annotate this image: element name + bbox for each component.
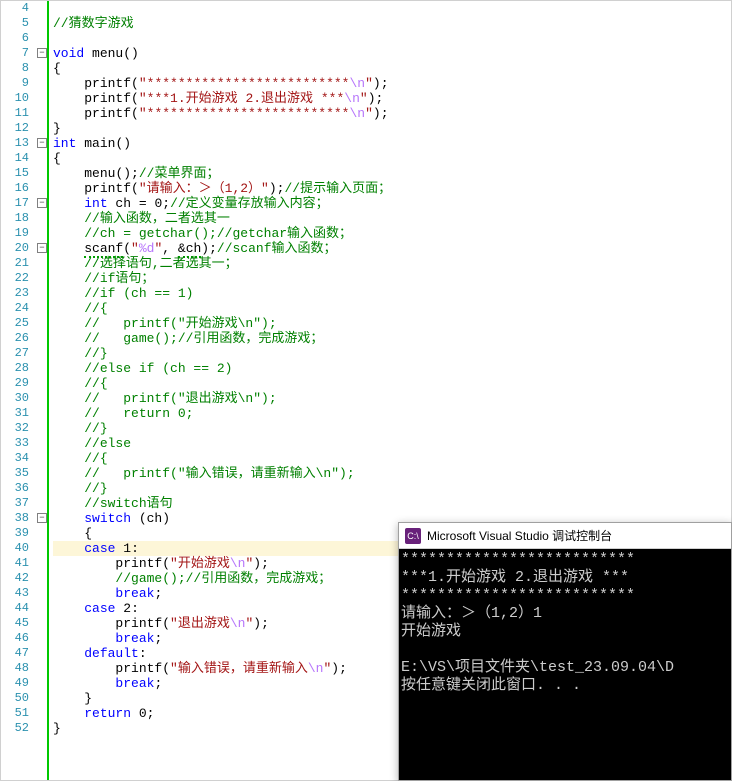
line-number: 30 <box>1 391 29 406</box>
line-number: 52 <box>1 721 29 736</box>
line-number: 22 <box>1 271 29 286</box>
line-number: 39 <box>1 526 29 541</box>
code-line[interactable]: scanf("%d", &ch);//scanf输入函数； <box>53 241 731 256</box>
code-line[interactable]: // game();//引用函数，完成游戏； <box>53 331 731 346</box>
code-line[interactable]: //switch语句 <box>53 496 731 511</box>
debug-console-window[interactable]: C:\ Microsoft Visual Studio 调试控制台 ******… <box>398 522 732 781</box>
line-number: 51 <box>1 706 29 721</box>
line-number: 6 <box>1 31 29 46</box>
code-line[interactable]: // printf("输入错误，请重新输入\n"); <box>53 466 731 481</box>
line-number: 38 <box>1 511 29 526</box>
line-number: 14 <box>1 151 29 166</box>
code-line[interactable]: //{ <box>53 301 731 316</box>
line-number: 31 <box>1 406 29 421</box>
code-line[interactable]: printf("**************************\n"); <box>53 106 731 121</box>
line-number: 26 <box>1 331 29 346</box>
code-line[interactable]: //else <box>53 436 731 451</box>
code-line[interactable]: // printf("开始游戏\n"); <box>53 316 731 331</box>
line-number: 17 <box>1 196 29 211</box>
line-number: 23 <box>1 286 29 301</box>
line-number-gutter[interactable]: 4567891011121314151617181920212223242526… <box>1 1 33 780</box>
line-number: 19 <box>1 226 29 241</box>
code-line[interactable]: //选择语句,二者选其一； <box>53 256 731 271</box>
code-line[interactable]: //{ <box>53 451 731 466</box>
line-number: 18 <box>1 211 29 226</box>
console-output[interactable]: ************************** ***1.开始游戏 2.退… <box>399 549 731 780</box>
fold-column[interactable]: − − − − − <box>33 1 51 780</box>
code-line[interactable]: void menu() <box>53 46 731 61</box>
line-number: 43 <box>1 586 29 601</box>
code-line[interactable]: menu();//菜单界面； <box>53 166 731 181</box>
code-line[interactable]: //else if (ch == 2) <box>53 361 731 376</box>
console-titlebar[interactable]: C:\ Microsoft Visual Studio 调试控制台 <box>399 523 731 549</box>
code-line[interactable]: { <box>53 151 731 166</box>
fold-toggle[interactable]: − <box>37 138 47 148</box>
line-number: 46 <box>1 631 29 646</box>
line-number: 13 <box>1 136 29 151</box>
line-number: 40 <box>1 541 29 556</box>
code-line[interactable]: //输入函数，二者选其一 <box>53 211 731 226</box>
code-line[interactable]: //猜数字游戏 <box>53 16 731 31</box>
line-number: 32 <box>1 421 29 436</box>
line-number: 44 <box>1 601 29 616</box>
line-number: 45 <box>1 616 29 631</box>
line-number: 34 <box>1 451 29 466</box>
line-number: 42 <box>1 571 29 586</box>
line-number: 41 <box>1 556 29 571</box>
code-line[interactable]: // printf("退出游戏\n"); <box>53 391 731 406</box>
line-number: 11 <box>1 106 29 121</box>
code-line[interactable]: //} <box>53 481 731 496</box>
code-line[interactable]: //ch = getchar();//getchar输入函数； <box>53 226 731 241</box>
line-number: 48 <box>1 661 29 676</box>
code-line[interactable]: //if (ch == 1) <box>53 286 731 301</box>
fold-toggle[interactable]: − <box>37 243 47 253</box>
line-number: 37 <box>1 496 29 511</box>
line-number: 33 <box>1 436 29 451</box>
line-number: 4 <box>1 1 29 16</box>
code-line[interactable]: } <box>53 121 731 136</box>
line-number: 28 <box>1 361 29 376</box>
line-number: 35 <box>1 466 29 481</box>
code-line[interactable] <box>53 1 731 16</box>
line-number: 15 <box>1 166 29 181</box>
line-number: 27 <box>1 346 29 361</box>
line-number: 8 <box>1 61 29 76</box>
line-number: 21 <box>1 256 29 271</box>
line-number: 20 <box>1 241 29 256</box>
code-line[interactable]: printf("请输入：＞（1,2）");//提示输入页面； <box>53 181 731 196</box>
fold-toggle[interactable]: − <box>37 48 47 58</box>
line-number: 47 <box>1 646 29 661</box>
vs-console-icon: C:\ <box>405 528 421 544</box>
code-line[interactable]: //{ <box>53 376 731 391</box>
code-line[interactable]: //} <box>53 421 731 436</box>
code-line[interactable]: printf("***1.开始游戏 2.退出游戏 ***\n"); <box>53 91 731 106</box>
fold-toggle[interactable]: − <box>37 198 47 208</box>
line-number: 50 <box>1 691 29 706</box>
fold-guideline <box>47 1 49 780</box>
line-number: 7 <box>1 46 29 61</box>
code-line[interactable] <box>53 31 731 46</box>
code-line[interactable]: // return 0; <box>53 406 731 421</box>
code-line[interactable]: { <box>53 61 731 76</box>
line-number: 16 <box>1 181 29 196</box>
code-line[interactable]: int ch = 0;//定义变量存放输入内容； <box>53 196 731 211</box>
line-number: 25 <box>1 316 29 331</box>
code-line[interactable]: int main() <box>53 136 731 151</box>
code-line[interactable]: //if语句； <box>53 271 731 286</box>
code-line[interactable]: printf("**************************\n"); <box>53 76 731 91</box>
line-number: 9 <box>1 76 29 91</box>
code-line[interactable]: //} <box>53 346 731 361</box>
fold-toggle[interactable]: − <box>37 513 47 523</box>
line-number: 12 <box>1 121 29 136</box>
line-number: 10 <box>1 91 29 106</box>
line-number: 5 <box>1 16 29 31</box>
console-title-text: Microsoft Visual Studio 调试控制台 <box>427 527 612 544</box>
line-number: 49 <box>1 676 29 691</box>
line-number: 36 <box>1 481 29 496</box>
line-number: 24 <box>1 301 29 316</box>
line-number: 29 <box>1 376 29 391</box>
